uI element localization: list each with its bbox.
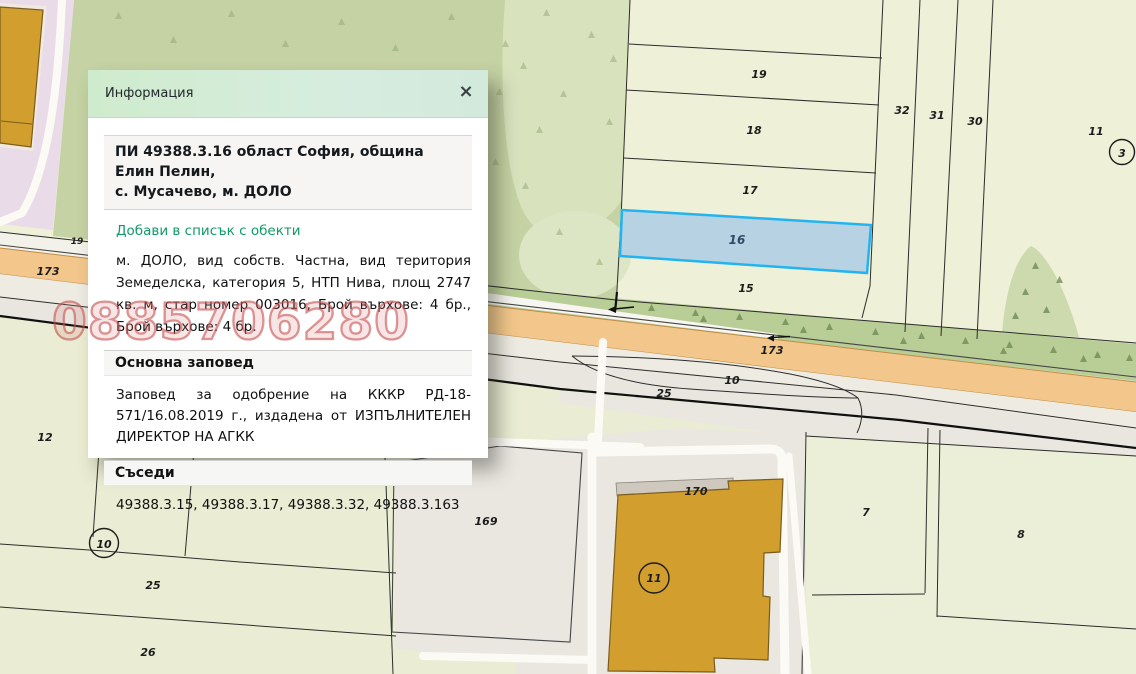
neighbors-list: 49388.3.15, 49388.3.17, 49388.3.32, 4938… <box>116 495 471 516</box>
cadastre-map-app: 19 18 17 16 15 32 31 30 11 3 19 173 173 … <box>0 0 1136 674</box>
circled-parcel-label: 10 <box>96 538 112 551</box>
parcel-label: 8 <box>1017 528 1025 541</box>
parcel-label: 7 <box>862 506 870 519</box>
circled-parcel-label: 11 <box>646 572 661 585</box>
parcel-label: 11 <box>1088 125 1103 138</box>
parcel-label: 169 <box>475 515 498 528</box>
road-label: 10 <box>724 374 740 387</box>
order-section-text: Заповед за одобрение на КККР РД-18-571/1… <box>116 385 471 448</box>
parcel-title-line2: с. Мусачево, м. ДОЛО <box>115 182 461 202</box>
parcels-7-8-area <box>802 436 1136 674</box>
parcel-title: ПИ 49388.3.16 област София, община Елин … <box>104 135 472 210</box>
parcel-label: 18 <box>746 124 762 137</box>
forest-light-mound <box>519 211 631 299</box>
parcel-label: 31 <box>929 109 944 122</box>
road-number-label: 173 <box>761 344 784 357</box>
parcel-label: 170 <box>685 485 708 498</box>
parcel-label: 15 <box>738 282 754 295</box>
selected-parcel-label: 16 <box>729 233 746 247</box>
info-panel-title: Информация <box>105 86 193 101</box>
parcel-label: 17 <box>742 184 758 197</box>
close-icon[interactable]: × <box>455 81 477 103</box>
parcel-label: 19 <box>751 68 767 81</box>
info-panel-header: Информация × <box>88 70 488 118</box>
parcel-label: 26 <box>140 646 156 659</box>
parcel-label: 25 <box>145 579 161 592</box>
info-panel: Информация × ПИ 49388.3.16 област София,… <box>88 70 488 458</box>
parcel-label: 12 <box>37 431 53 444</box>
info-panel-body: ПИ 49388.3.16 област София, община Елин … <box>88 118 488 516</box>
circled-parcel-label: 3 <box>1118 147 1126 160</box>
parcel-title-line1: ПИ 49388.3.16 област София, община Елин … <box>115 142 461 182</box>
road-label: 25 <box>656 387 672 400</box>
forest-light-patch <box>502 0 630 237</box>
parcel-label: 30 <box>967 115 983 128</box>
road-label: 19 <box>71 237 84 247</box>
neighbors-section-heading: Съседи <box>104 460 472 486</box>
building-11[interactable] <box>608 479 783 672</box>
order-section-heading: Основна заповед <box>104 350 472 376</box>
add-to-object-list-link[interactable]: Добави в списък с обекти <box>116 223 301 239</box>
parcel-label: 32 <box>894 104 910 117</box>
parcel-description: м. ДОЛО, вид собств. Частна, вид територ… <box>116 250 471 338</box>
road-number-label: 173 <box>37 265 60 278</box>
